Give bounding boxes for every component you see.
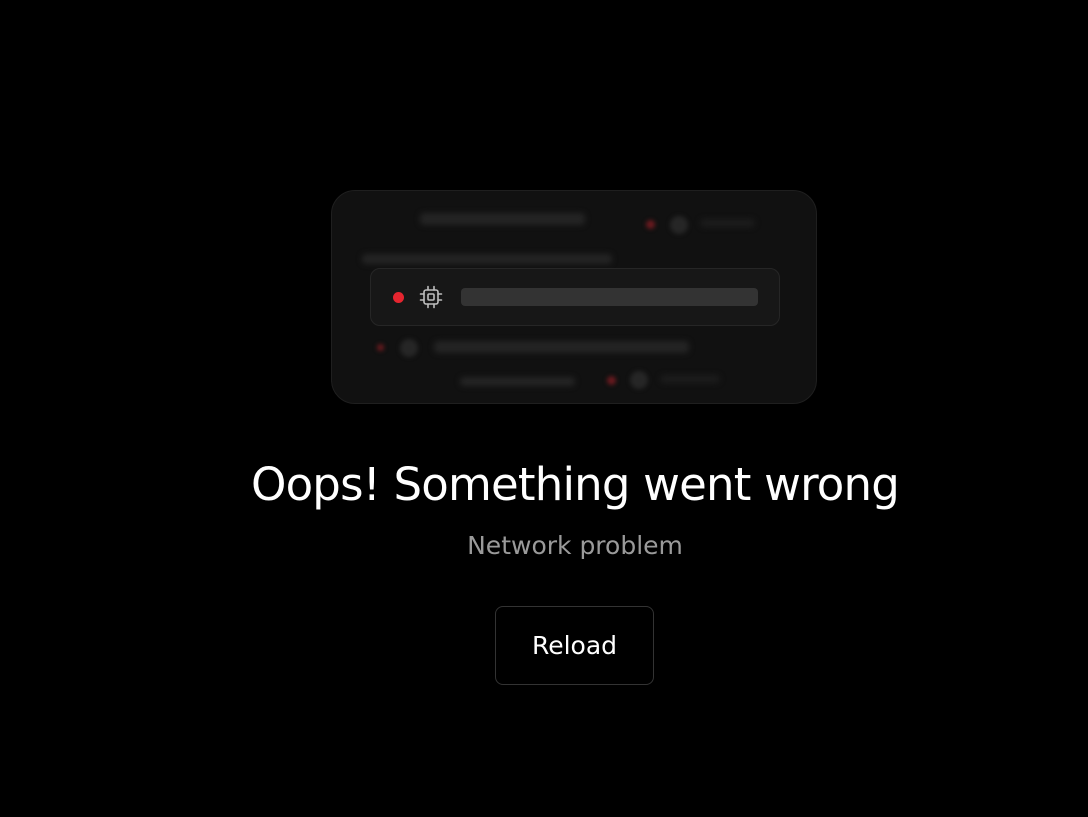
- placeholder-circle: [630, 371, 648, 389]
- error-subtitle: Network problem: [467, 531, 683, 560]
- placeholder-line: [460, 377, 575, 386]
- placeholder-line: [700, 219, 755, 227]
- placeholder-line: [420, 213, 585, 225]
- placeholder-line: [660, 375, 720, 383]
- error-illustration: [331, 190, 817, 404]
- placeholder-line: [434, 341, 689, 353]
- placeholder-dot: [646, 220, 655, 229]
- placeholder-circle: [670, 216, 688, 234]
- network-status-row: [370, 268, 780, 326]
- placeholder-dot: [607, 376, 616, 385]
- error-status-dot: [393, 292, 404, 303]
- reload-button[interactable]: Reload: [495, 606, 654, 685]
- placeholder-circle: [400, 339, 418, 357]
- placeholder-text-bar: [461, 288, 758, 306]
- placeholder-line: [362, 254, 612, 264]
- error-title: Oops! Something went wrong: [250, 458, 900, 511]
- placeholder-dot: [377, 344, 384, 351]
- cpu-chip-icon: [419, 285, 443, 309]
